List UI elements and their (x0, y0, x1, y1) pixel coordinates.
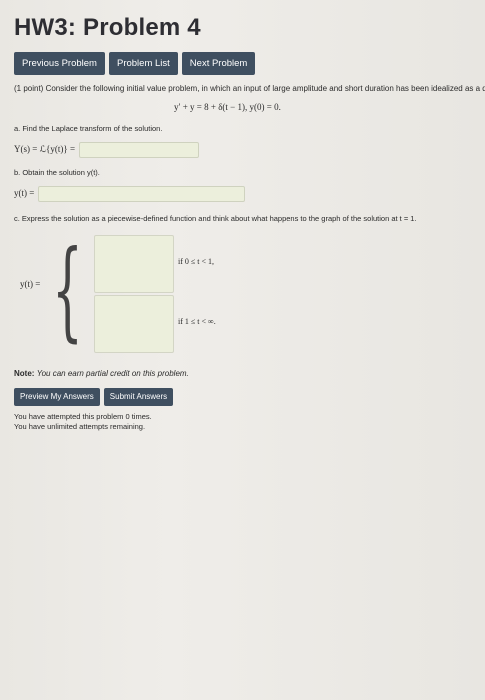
part-a-label: a. Find the Laplace transform of the sol… (14, 124, 163, 134)
problem-body: (1 point) Consider the following initial… (14, 84, 485, 432)
submit-answers-button[interactable]: Submit Answers (103, 387, 174, 407)
piecewise-condition-2: if 1 ≤ t < ∞. (178, 317, 216, 327)
preview-answers-button[interactable]: Preview My Answers (14, 387, 100, 407)
part-c-label: c. Express the solution as a piecewise-d… (14, 213, 417, 223)
part-b: b. Obtain the solution y(t). y(t) = (14, 168, 470, 202)
part-c: c. Express the solution as a piecewise-d… (14, 214, 470, 364)
next-problem-button[interactable]: Next Problem (181, 52, 256, 75)
piecewise-input-2[interactable] (94, 295, 174, 354)
left-brace-icon: { (52, 228, 83, 354)
note-text: You can earn partial credit on this prob… (36, 369, 189, 379)
problem-nav: Previous Problem Problem List Next Probl… (14, 52, 256, 75)
part-b-label: b. Obtain the solution y(t). (14, 167, 100, 177)
piecewise-condition-1: if 0 ≤ t < 1, (178, 257, 215, 267)
answer-actions: Preview My Answers Submit Answers (14, 387, 470, 407)
problem-intro: (1 point) Consider the following initial… (14, 84, 485, 93)
page: HW3: Problem 4 Previous Problem Problem … (0, 0, 485, 700)
note-label: Note: (14, 369, 35, 379)
part-a-lhs: Y(s) = ℒ{y(t)} = (14, 143, 76, 154)
page-title: HW3: Problem 4 (14, 14, 201, 41)
remaining-text: You have unlimited attempts remaining. (14, 422, 146, 432)
part-c-lhs: y(t) = (20, 279, 41, 290)
piecewise-answer: y(t) = { if 0 ≤ t < 1, if 1 ≤ t < ∞. (14, 233, 470, 363)
problem-equation: y′ + y = 8 + δ(t − 1), y(0) = 0. (174, 102, 281, 113)
attempts-info: You have attempted this problem 0 times.… (14, 412, 470, 432)
piecewise-input-1[interactable] (94, 235, 174, 294)
laplace-answer-input[interactable] (79, 141, 200, 158)
attempted-text: You have attempted this problem 0 times. (14, 412, 152, 422)
part-a: a. Find the Laplace transform of the sol… (14, 124, 470, 158)
partial-credit-note: Note: You can earn partial credit on thi… (14, 369, 470, 379)
solution-answer-input[interactable] (38, 185, 246, 202)
part-b-lhs: y(t) = (14, 187, 35, 198)
problem-list-button[interactable]: Problem List (108, 52, 178, 75)
previous-problem-button[interactable]: Previous Problem (14, 52, 105, 75)
